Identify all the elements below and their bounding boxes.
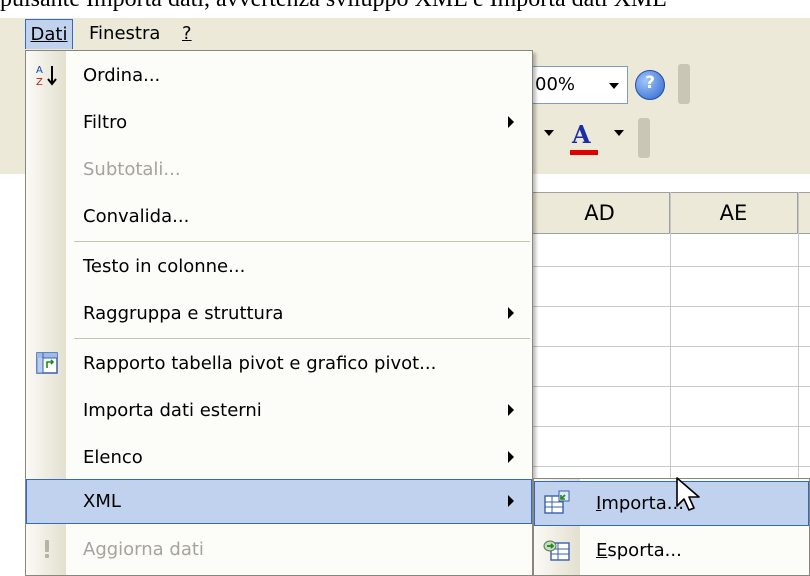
menu-item-label: Elenco bbox=[83, 447, 143, 468]
submenu-item-label: Esporta... bbox=[596, 540, 682, 561]
xml-import-icon bbox=[544, 490, 570, 514]
toolbar-grip[interactable] bbox=[678, 64, 690, 104]
menu-separator bbox=[74, 241, 530, 242]
help-icon[interactable]: ? bbox=[635, 70, 665, 100]
menu-item-elenco[interactable]: Elenco bbox=[26, 435, 532, 480]
menu-item-label: Subtotali... bbox=[83, 159, 181, 180]
grid-line bbox=[530, 386, 810, 387]
chevron-down-icon[interactable] bbox=[544, 130, 554, 136]
font-color-swatch bbox=[570, 150, 598, 155]
menu-item-label: Importa dati esterni bbox=[83, 400, 262, 421]
menu-finestra-label: Finestra bbox=[89, 23, 161, 44]
submenu-arrow-icon bbox=[508, 307, 514, 319]
importa-label-rest: mporta... bbox=[601, 493, 684, 514]
left-toolbar-edge bbox=[0, 50, 28, 174]
xml-submenu: Importa... Esporta... bbox=[533, 478, 810, 576]
toolbar-grip[interactable] bbox=[638, 118, 650, 158]
menu-item-label: Testo in colonne... bbox=[83, 256, 246, 277]
menu-item-raggruppa[interactable]: Raggruppa e struttura bbox=[26, 291, 532, 336]
svg-text:Z: Z bbox=[36, 77, 43, 87]
menu-dati[interactable]: Dati bbox=[25, 19, 73, 49]
menu-item-filtro[interactable]: Filtro bbox=[26, 100, 532, 145]
menu-item-testo-in-colonne[interactable]: Testo in colonne... bbox=[26, 244, 532, 289]
column-header-ad[interactable]: AD bbox=[530, 193, 670, 233]
submenu-item-esporta[interactable]: Esporta... bbox=[534, 528, 809, 573]
grid-line bbox=[530, 306, 810, 307]
document-text: pulsante Importa dati, avvertenza svilup… bbox=[0, 0, 667, 13]
menu-item-label: Convalida... bbox=[83, 206, 190, 227]
svg-text:A: A bbox=[36, 65, 43, 76]
menu-item-label: Raggruppa e struttura bbox=[83, 303, 284, 324]
standard-toolbar: 00% ? bbox=[530, 58, 810, 114]
menu-item-convalida[interactable]: Convalida... bbox=[26, 194, 532, 239]
grid-line bbox=[530, 466, 810, 467]
grid-line bbox=[530, 346, 810, 347]
toolbars: 00% ? A bbox=[530, 50, 810, 174]
chevron-down-icon[interactable] bbox=[614, 130, 624, 136]
font-color-icon[interactable]: A bbox=[572, 120, 591, 149]
submenu-arrow-icon bbox=[508, 451, 514, 463]
menu-item-pivot[interactable]: Rapporto tabella pivot e grafico pivot..… bbox=[26, 341, 532, 386]
pivot-table-icon bbox=[36, 352, 58, 374]
menu-item-label: Rapporto tabella pivot e grafico pivot..… bbox=[83, 353, 437, 374]
menu-bar: Dati Finestra ? bbox=[0, 18, 810, 50]
submenu-arrow-icon bbox=[508, 495, 514, 507]
submenu-item-importa[interactable]: Importa... bbox=[534, 481, 809, 526]
chevron-down-icon bbox=[609, 83, 619, 89]
document-text-strip: pulsante Importa dati, avvertenza svilup… bbox=[0, 0, 810, 18]
xml-export-icon bbox=[543, 540, 570, 561]
mouse-cursor-icon bbox=[676, 477, 700, 511]
menu-item-label: Ordina... bbox=[83, 65, 161, 86]
submenu-arrow-icon bbox=[508, 404, 514, 416]
dati-dropdown-menu: A Z Ordina... Filtro Subtotali... Conval… bbox=[25, 50, 533, 576]
formatting-toolbar: A bbox=[530, 116, 810, 172]
column-header-ae[interactable]: AE bbox=[670, 193, 798, 233]
menu-dati-label: Dati bbox=[30, 24, 68, 45]
grid-line bbox=[530, 426, 810, 427]
menu-item-importa-dati-esterni[interactable]: Importa dati esterni bbox=[26, 388, 532, 433]
submenu-item-label: Importa... bbox=[596, 493, 684, 514]
menu-item-aggiorna-dati: Aggiorna dati bbox=[26, 527, 532, 572]
submenu-arrow-icon bbox=[508, 116, 514, 128]
grid-line bbox=[530, 266, 810, 267]
menu-help-label: ? bbox=[182, 23, 192, 44]
menu-item-label: XML bbox=[83, 491, 121, 512]
menu-item-label: Filtro bbox=[83, 112, 128, 133]
esporta-label-rest: sporta... bbox=[607, 540, 682, 561]
menu-help[interactable]: ? bbox=[182, 19, 192, 49]
refresh-exclamation-icon bbox=[45, 540, 49, 558]
menu-item-xml[interactable]: XML bbox=[26, 479, 532, 524]
menu-item-subtotali: Subtotali... bbox=[26, 147, 532, 192]
sort-az-icon: A Z bbox=[36, 65, 57, 87]
menu-item-ordina[interactable]: A Z Ordina... bbox=[26, 53, 532, 98]
menu-separator bbox=[74, 338, 530, 339]
menu-finestra[interactable]: Finestra bbox=[89, 19, 160, 49]
zoom-value: 00% bbox=[535, 74, 576, 95]
menu-item-label: Aggiorna dati bbox=[83, 539, 204, 560]
zoom-select[interactable]: 00% bbox=[530, 66, 628, 104]
